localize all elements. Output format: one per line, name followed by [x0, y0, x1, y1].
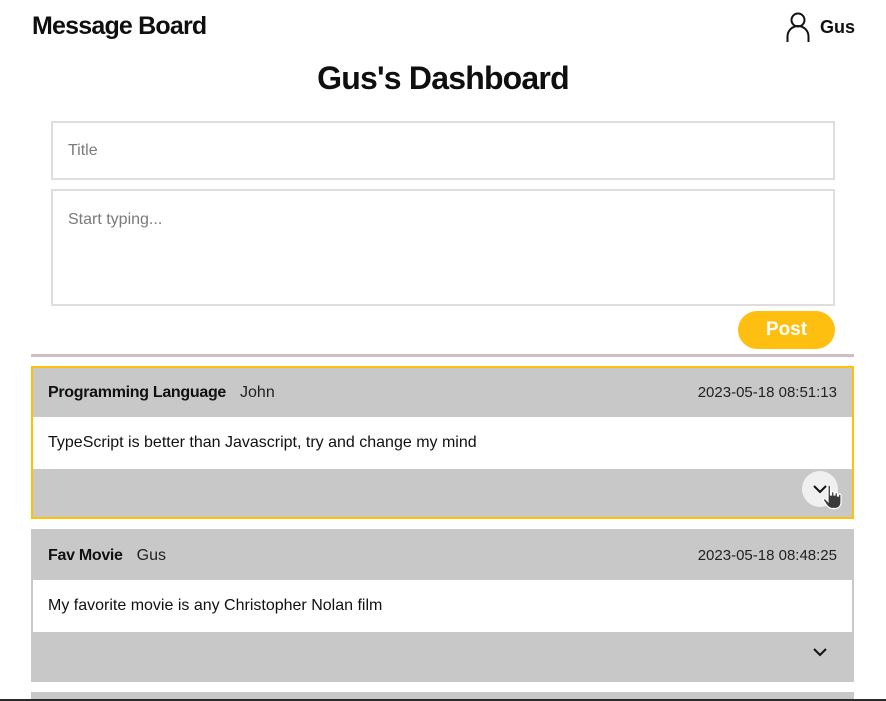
- app-title: Message Board: [32, 12, 207, 40]
- top-bar: Message Board Gus: [0, 0, 886, 58]
- post-title: Programming Language: [48, 383, 227, 401]
- expand-post-button[interactable]: [802, 634, 838, 670]
- post-card: Fav Movie Gus 2023-05-18 08:48:25 My fav…: [31, 529, 854, 682]
- user-name: Gus: [819, 16, 855, 37]
- post-author: John: [240, 383, 275, 401]
- chevron-down-icon: [813, 648, 827, 657]
- message-board-page: Message Board Gus Gus's Dashboard Post P…: [0, 0, 886, 701]
- post-body: TypeScript is better than Javascript, tr…: [33, 417, 852, 469]
- post-author: Gus: [136, 546, 167, 564]
- post-header: Fav Movie Gus 2023-05-18 08:48:25: [33, 531, 852, 580]
- page-title: Gus's Dashboard: [317, 60, 569, 96]
- title-input[interactable]: [51, 121, 835, 180]
- post-timestamp: 2023-05-18 08:48:25: [697, 547, 837, 564]
- user-icon: [786, 12, 810, 42]
- post-timestamp: 2023-05-18 08:51:13: [697, 384, 837, 401]
- expand-post-button[interactable]: [802, 471, 838, 507]
- divider: [31, 354, 854, 357]
- post-header: Programming Language John 2023-05-18 08:…: [33, 368, 852, 417]
- message-body-input[interactable]: [51, 189, 835, 306]
- post-button[interactable]: Post: [738, 311, 835, 349]
- post-body: My favorite movie is any Christopher Nol…: [33, 580, 852, 632]
- user-menu[interactable]: Gus: [785, 11, 855, 43]
- chevron-down-icon: [813, 485, 827, 494]
- post-title: Fav Movie: [48, 546, 123, 564]
- post-card: Programming Language John 2023-05-18 08:…: [31, 366, 854, 519]
